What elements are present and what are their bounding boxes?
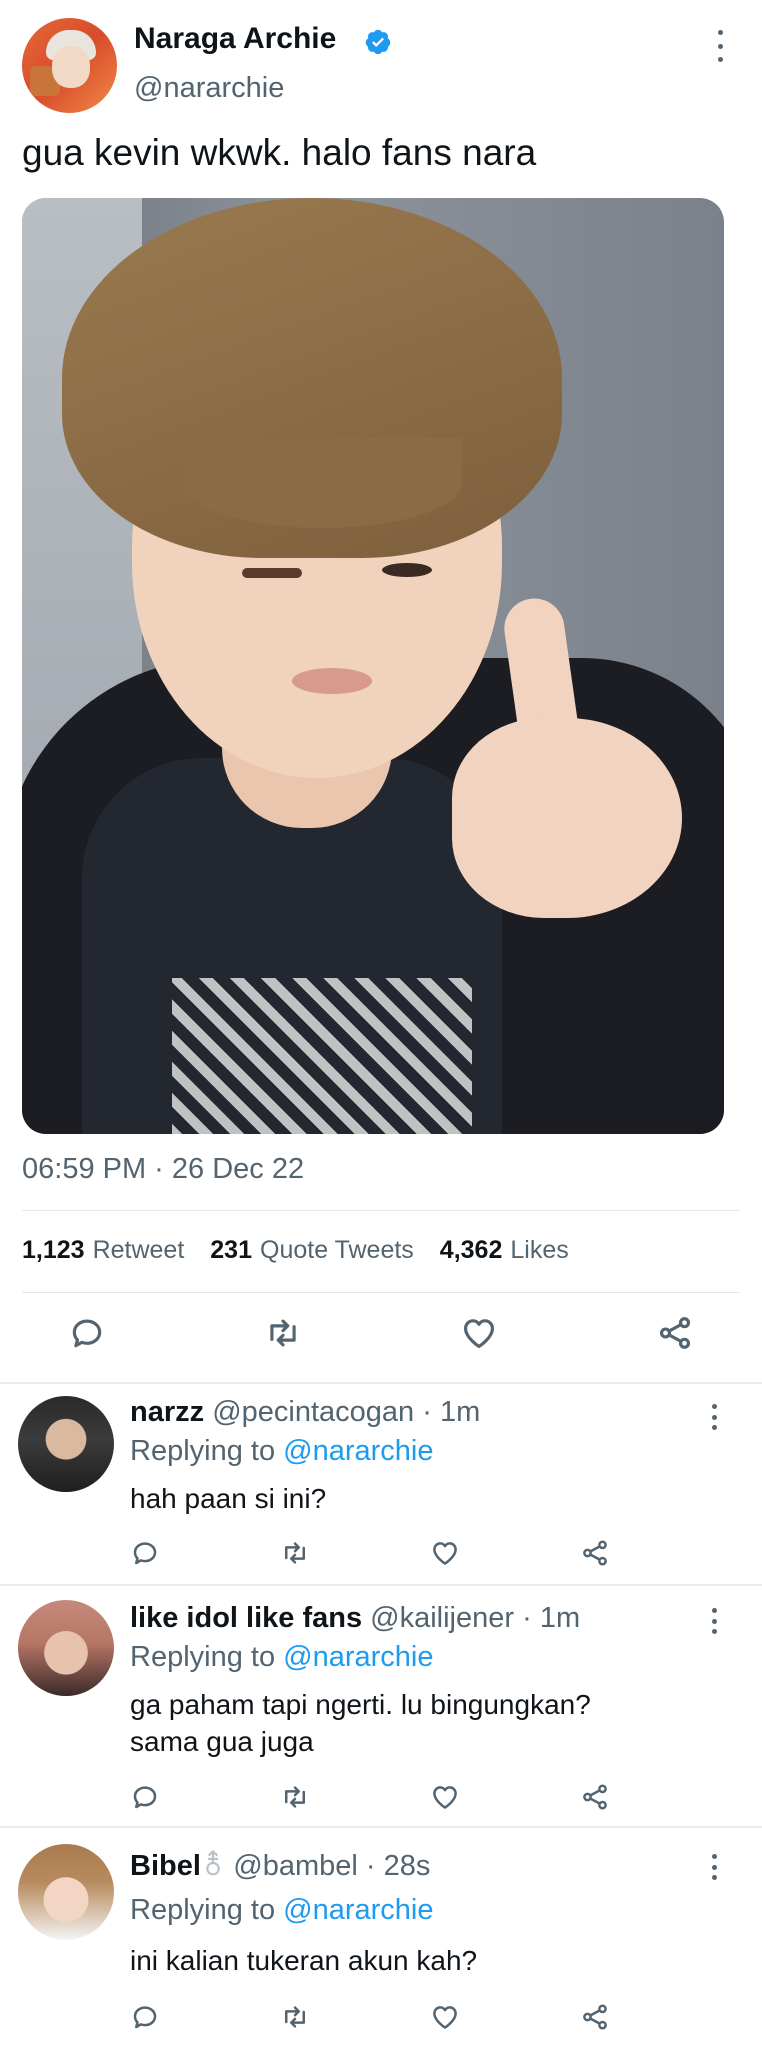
avatar[interactable] (18, 1396, 114, 1492)
heart-icon[interactable] (460, 1314, 498, 1352)
share-icon[interactable] (580, 1538, 610, 1568)
reply-actions (0, 2002, 762, 2036)
divider (0, 1826, 762, 1828)
reply-author[interactable]: narzz @pecintacogan · 1m (130, 1396, 480, 1429)
share-icon[interactable] (580, 1782, 610, 1812)
reply-text: ga paham tapi ngerti. lu bingungkan? sam… (130, 1689, 591, 1757)
retweet-icon[interactable] (280, 1538, 310, 1568)
heart-icon[interactable] (430, 2002, 460, 2032)
tweet-text: gua kevin wkwk. halo fans nara (22, 132, 537, 173)
reply-icon[interactable] (130, 1782, 160, 1812)
heart-icon[interactable] (430, 1782, 460, 1812)
avatar[interactable] (22, 18, 117, 113)
gender-symbol-icon: ⚨ (200, 1850, 226, 1882)
retweet-icon[interactable] (280, 1782, 310, 1812)
share-icon[interactable] (580, 2002, 610, 2032)
more-icon[interactable] (714, 30, 726, 62)
reply-author[interactable]: Bibel⚨ @bambel · 28s (130, 1848, 430, 1883)
reply-text: ini kalian tukeran akun kah? (130, 1945, 478, 1976)
reply-author[interactable]: like idol like fans @kailijener · 1m (130, 1602, 580, 1635)
retweet-icon[interactable] (280, 2002, 310, 2032)
retweet-stat[interactable]: 1,123 Retweet (22, 1236, 184, 1265)
divider (22, 1292, 740, 1293)
divider (22, 1210, 740, 1211)
divider (0, 1584, 762, 1586)
more-icon[interactable] (708, 1854, 720, 1880)
share-icon[interactable] (656, 1314, 694, 1352)
reply-actions (0, 1782, 762, 1816)
replying-to: Replying to @nararchie (130, 1894, 434, 1926)
mention-link[interactable]: @nararchie (283, 1435, 433, 1467)
more-icon[interactable] (708, 1404, 720, 1430)
likes-stat[interactable]: 4,362 Likes (440, 1236, 569, 1265)
mention-link[interactable]: @nararchie (283, 1641, 433, 1673)
divider (0, 1382, 762, 1384)
reply-icon[interactable] (68, 1314, 106, 1352)
handle[interactable]: @nararchie (134, 72, 284, 105)
verified-badge-icon (365, 29, 391, 55)
retweet-icon[interactable] (264, 1314, 302, 1352)
replying-to: Replying to @nararchie (130, 1641, 434, 1673)
more-icon[interactable] (708, 1608, 720, 1634)
reply-icon[interactable] (130, 2002, 160, 2032)
tweet-actions (0, 1314, 762, 1360)
mention-link[interactable]: @nararchie (283, 1894, 433, 1926)
replying-to: Replying to @nararchie (130, 1435, 434, 1467)
tweet-photo[interactable] (22, 198, 724, 1134)
tweet-stats: 1,123 Retweet 231 Quote Tweets 4,362 Likes (22, 1236, 569, 1265)
quote-stat[interactable]: 231 Quote Tweets (210, 1236, 414, 1265)
tweet-timestamp[interactable]: 06:59 PM · 26 Dec 22 (22, 1153, 304, 1186)
reply-actions (0, 1538, 762, 1572)
reply-icon[interactable] (130, 1538, 160, 1568)
heart-icon[interactable] (430, 1538, 460, 1568)
avatar[interactable] (18, 1600, 114, 1696)
avatar[interactable] (18, 1844, 114, 1940)
reply-text: hah paan si ini? (130, 1483, 327, 1514)
display-name[interactable]: Naraga Archie (134, 22, 336, 56)
